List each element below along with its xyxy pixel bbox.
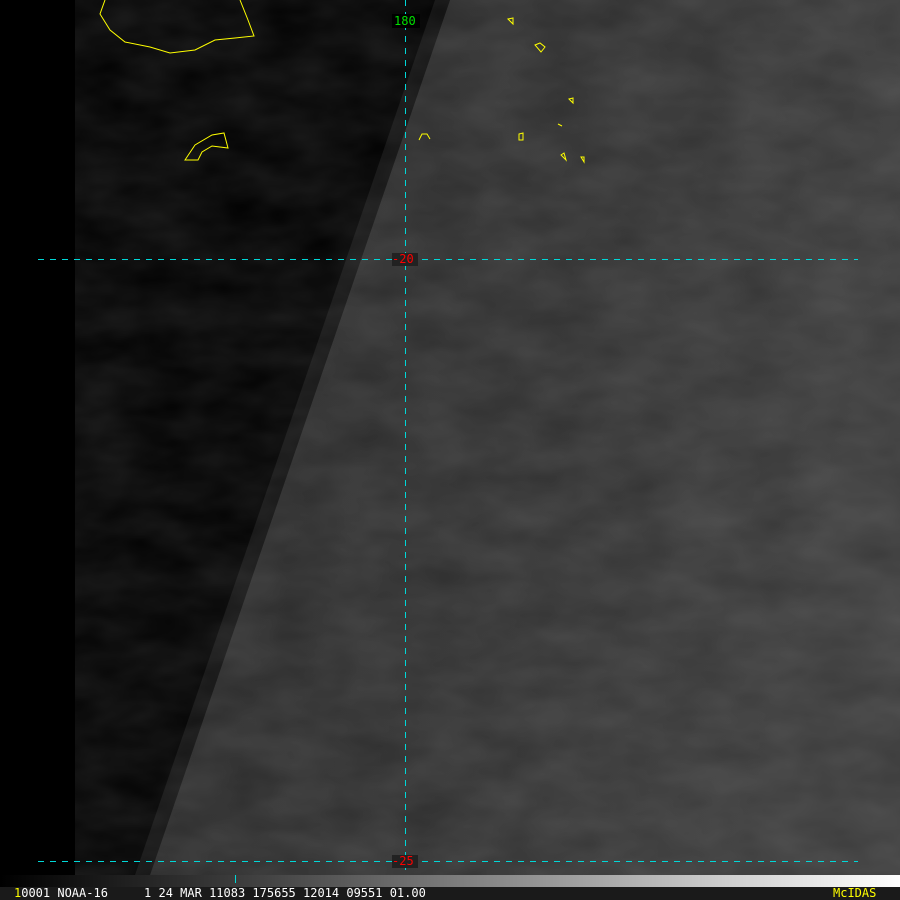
coastline-fiji bbox=[99, 0, 255, 54]
cloud-texture bbox=[150, 0, 900, 875]
longitude-label: 180 bbox=[394, 14, 416, 28]
image-metadata-text: 0001 NOAA-16 1 24 MAR 11083 175655 12014… bbox=[21, 886, 426, 900]
coastline-island bbox=[184, 132, 229, 161]
image-info-bar: 10001 NOAA-16 1 24 MAR 11083 175655 1201… bbox=[0, 887, 900, 900]
satellite-image-viewer: 180 -20 -25 10001 NOAA-16 1 24 MAR 11083… bbox=[0, 0, 900, 900]
satellite-image bbox=[38, 0, 900, 875]
mcidas-brand: McIDAS bbox=[833, 886, 877, 900]
latitude-label-lower: -25 bbox=[392, 854, 414, 868]
latitude-label-upper: -20 bbox=[392, 252, 414, 266]
color-bar-marker bbox=[235, 875, 236, 883]
